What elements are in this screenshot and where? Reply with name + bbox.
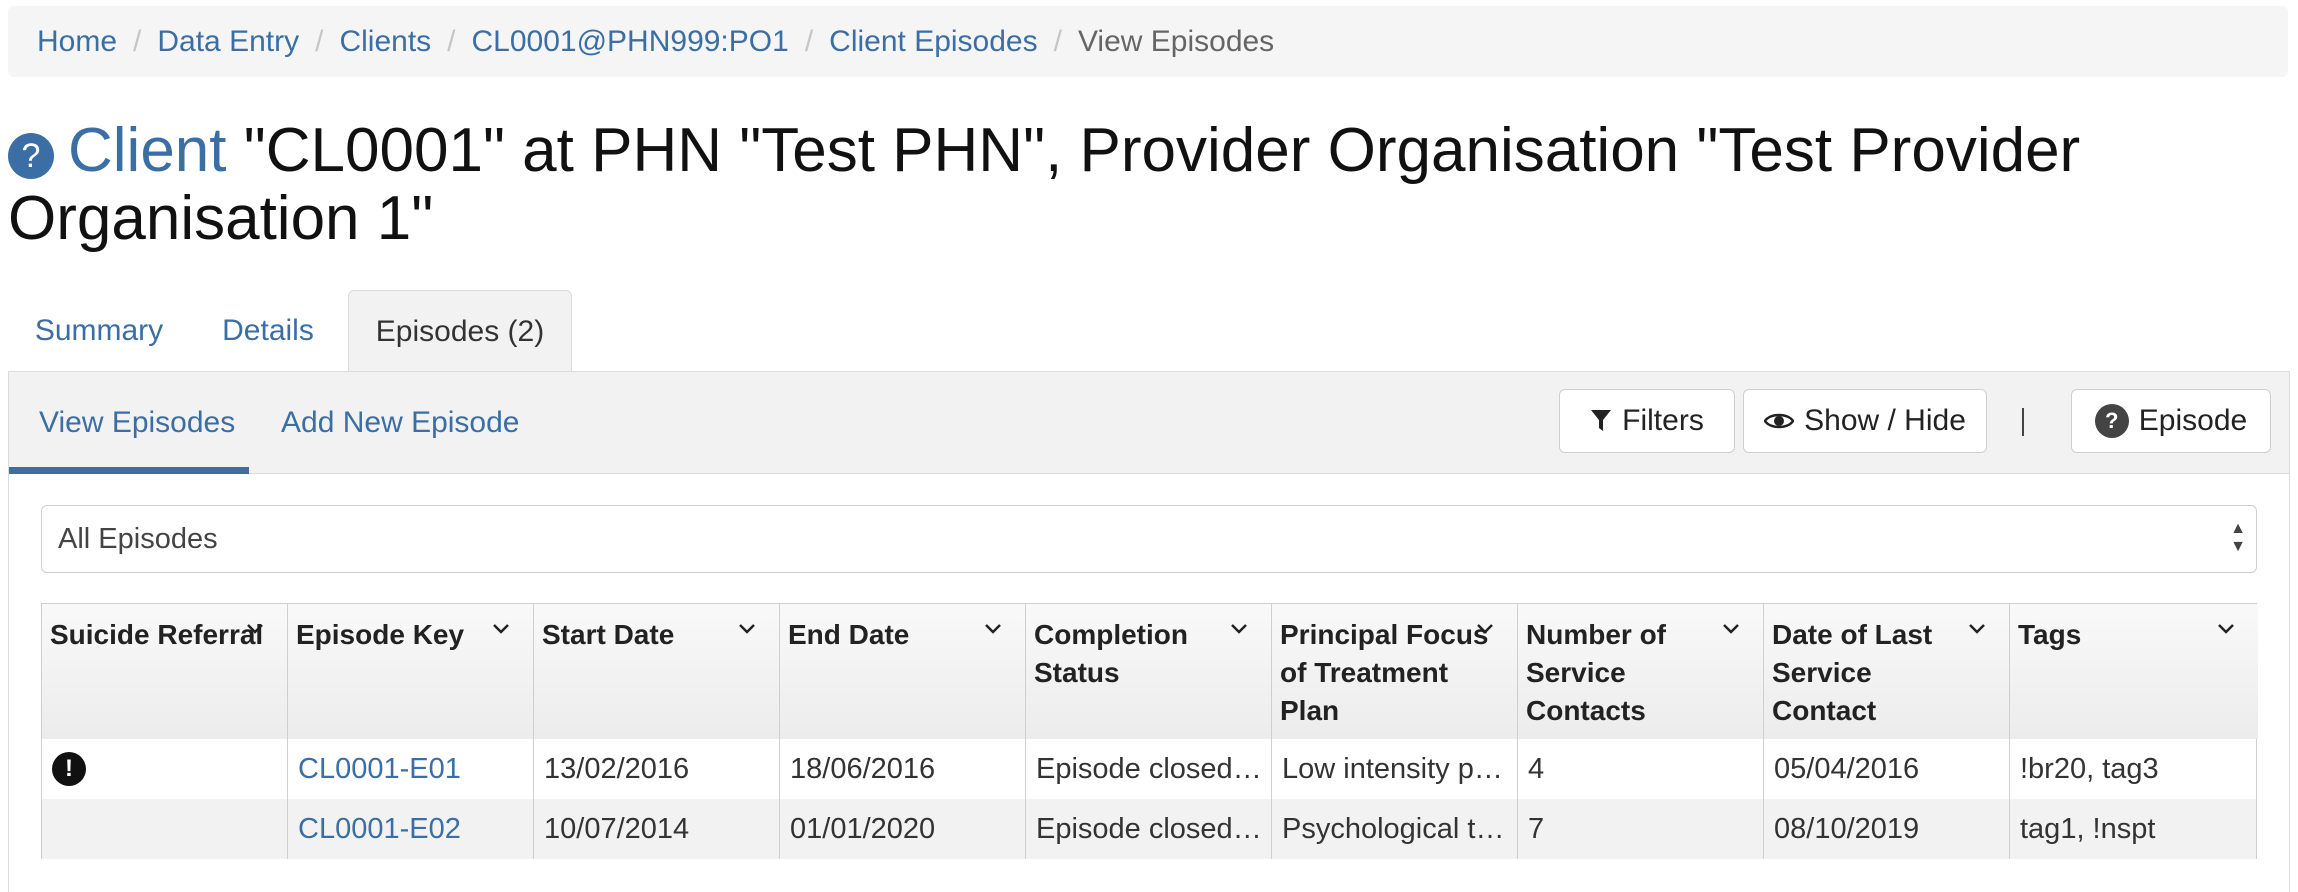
episodes-subnav: View Episodes Add New Episode Filters Sh… <box>9 372 2289 474</box>
breadcrumb-home[interactable]: Home <box>37 25 117 59</box>
column-header-episode-key[interactable]: Episode Key <box>288 604 534 739</box>
completion-status-text: Episode closed ... <box>1036 812 1265 845</box>
column-header-suicide-referral[interactable]: Suicide Referral <box>42 604 288 739</box>
episodes-grid: Suicide Referral Episode Key Start Date … <box>41 603 2258 859</box>
breadcrumb-separator: / <box>133 24 142 58</box>
subtab-view-episodes[interactable]: View Episodes <box>9 372 249 474</box>
column-header-end-date[interactable]: End Date <box>780 604 1026 739</box>
cell-tags: !br20, tag3 <box>2020 752 2159 785</box>
principal-focus-text: Low intensity ps... <box>1282 752 1513 785</box>
show-hide-label: Show / Hide <box>1804 404 1966 437</box>
breadcrumb: Home / Data Entry / Clients / CL0001@PHN… <box>8 6 2288 77</box>
page-title-text: "CL0001" at PHN "Test PHN", Provider Org… <box>8 116 2081 253</box>
episode-view-select-value: All Episodes <box>58 522 218 555</box>
cell-end-date: 18/06/2016 <box>780 739 1026 799</box>
chevron-down-icon[interactable] <box>1967 618 1987 638</box>
column-header-tags[interactable]: Tags <box>2010 604 2258 739</box>
tab-summary[interactable]: Summary <box>18 290 180 372</box>
subtab-add-new-episode-label: Add New Episode <box>281 406 520 439</box>
breadcrumb-separator: / <box>804 24 814 58</box>
question-icon: ? <box>2094 404 2129 438</box>
cell-principal-focus: Low intensity ps... <box>1272 739 1518 799</box>
episode-view-select[interactable]: All Episodes ▲ ▼ <box>41 505 2257 573</box>
cell-principal-focus: Psychological th... <box>1272 799 1518 859</box>
chevron-down-icon[interactable] <box>737 618 757 638</box>
filters-label: Filters <box>1622 404 1704 437</box>
chevron-down-icon[interactable] <box>983 618 1003 638</box>
cell-episode-key: CL0001-E01 <box>288 739 534 799</box>
cell-service-contacts: 7 <box>1518 799 1764 859</box>
cell-service-contacts: 4 <box>1518 739 1764 799</box>
eye-icon <box>1764 413 1795 429</box>
subtab-view-episodes-label: View Episodes <box>39 406 236 439</box>
client-link[interactable]: Client <box>68 116 227 185</box>
breadcrumb-client[interactable]: CL0001@PHN999:PO1 <box>472 25 789 59</box>
cell-start-date: 13/02/2016 <box>534 739 780 799</box>
show-hide-button[interactable]: Show / Hide <box>1743 389 1987 453</box>
chevron-down-icon[interactable] <box>245 618 265 638</box>
grid-header: Suicide Referral Episode Key Start Date … <box>42 604 2258 739</box>
cell-last-contact: 05/04/2016 <box>1764 739 2010 799</box>
cell-suicide-referral: ! <box>42 739 288 799</box>
breadcrumb-separator: / <box>315 24 324 58</box>
breadcrumb-separator: / <box>1053 24 1062 58</box>
breadcrumb-separator: / <box>447 24 456 58</box>
episodes-content: All Episodes ▲ ▼ Suicide Referral Episode… <box>9 474 2289 892</box>
cell-episode-key: CL0001-E02 <box>288 799 534 859</box>
cell-last-contact: 08/10/2019 <box>1764 799 2010 859</box>
chevron-down-icon[interactable] <box>1475 618 1495 638</box>
tab-details[interactable]: Details <box>194 290 342 372</box>
table-row[interactable]: ! CL0001-E01 13/02/2016 18/06/2016 Episo… <box>42 739 2256 799</box>
completion-status-text: Episode closed ... <box>1036 752 1265 785</box>
breadcrumb-current: View Episodes <box>1077 24 1275 58</box>
cell-end-date: 01/01/2020 <box>780 799 1026 859</box>
column-header-last-contact[interactable]: Date of Last Service Contact <box>1764 604 2010 739</box>
subtab-add-new-episode[interactable]: Add New Episode <box>281 372 521 474</box>
chevron-down-icon[interactable] <box>1721 618 1741 638</box>
episode-key-link[interactable]: CL0001-E02 <box>298 813 461 846</box>
help-icon[interactable]: ? <box>8 133 54 179</box>
column-header-completion-status[interactable]: Completion Status <box>1026 604 1272 739</box>
cell-completion-status: Episode closed ... <box>1026 799 1272 859</box>
column-header-service-contacts[interactable]: Number of Service Contacts <box>1518 604 1764 739</box>
page-title: ? Client "CL0001" at PHN "Test PHN", Prov… <box>8 117 2278 253</box>
cell-tags: tag1, !nspt <box>2020 812 2156 845</box>
chevron-down-icon[interactable] <box>491 618 511 638</box>
chevron-down-icon[interactable] <box>1229 618 1249 638</box>
breadcrumb-client-episodes[interactable]: Client Episodes <box>829 25 1037 59</box>
principal-focus-text: Psychological th... <box>1282 812 1516 845</box>
client-tabs: Summary Details Episodes (2) <box>8 290 2290 373</box>
tab-episodes[interactable]: Episodes (2) <box>348 290 572 373</box>
filters-button[interactable]: Filters <box>1559 389 1735 453</box>
cell-suicide-referral <box>42 799 288 859</box>
chevron-down-icon[interactable] <box>2216 618 2236 638</box>
cell-completion-status: Episode closed ... <box>1026 739 1272 799</box>
breadcrumb-data-entry[interactable]: Data Entry <box>157 25 299 59</box>
toolbar-divider <box>2022 408 2024 436</box>
filter-icon <box>1591 410 1612 431</box>
select-arrows-icon: ▲ ▼ <box>2230 520 2246 555</box>
column-header-start-date[interactable]: Start Date <box>534 604 780 739</box>
breadcrumb-clients[interactable]: Clients <box>339 25 431 59</box>
episodes-panel: View Episodes Add New Episode Filters Sh… <box>8 371 2290 892</box>
cell-start-date: 10/07/2014 <box>534 799 780 859</box>
episode-help-label: Episode <box>2138 404 2248 437</box>
episode-help-button[interactable]: ? Episode <box>2071 389 2271 453</box>
exclamation-icon: ! <box>52 752 86 786</box>
column-header-principal-focus[interactable]: Principal Focus of Treatment Plan <box>1272 604 1518 739</box>
table-row[interactable]: CL0001-E02 10/07/2014 01/01/2020 Episode… <box>42 799 2256 859</box>
episode-key-link[interactable]: CL0001-E01 <box>298 753 461 786</box>
